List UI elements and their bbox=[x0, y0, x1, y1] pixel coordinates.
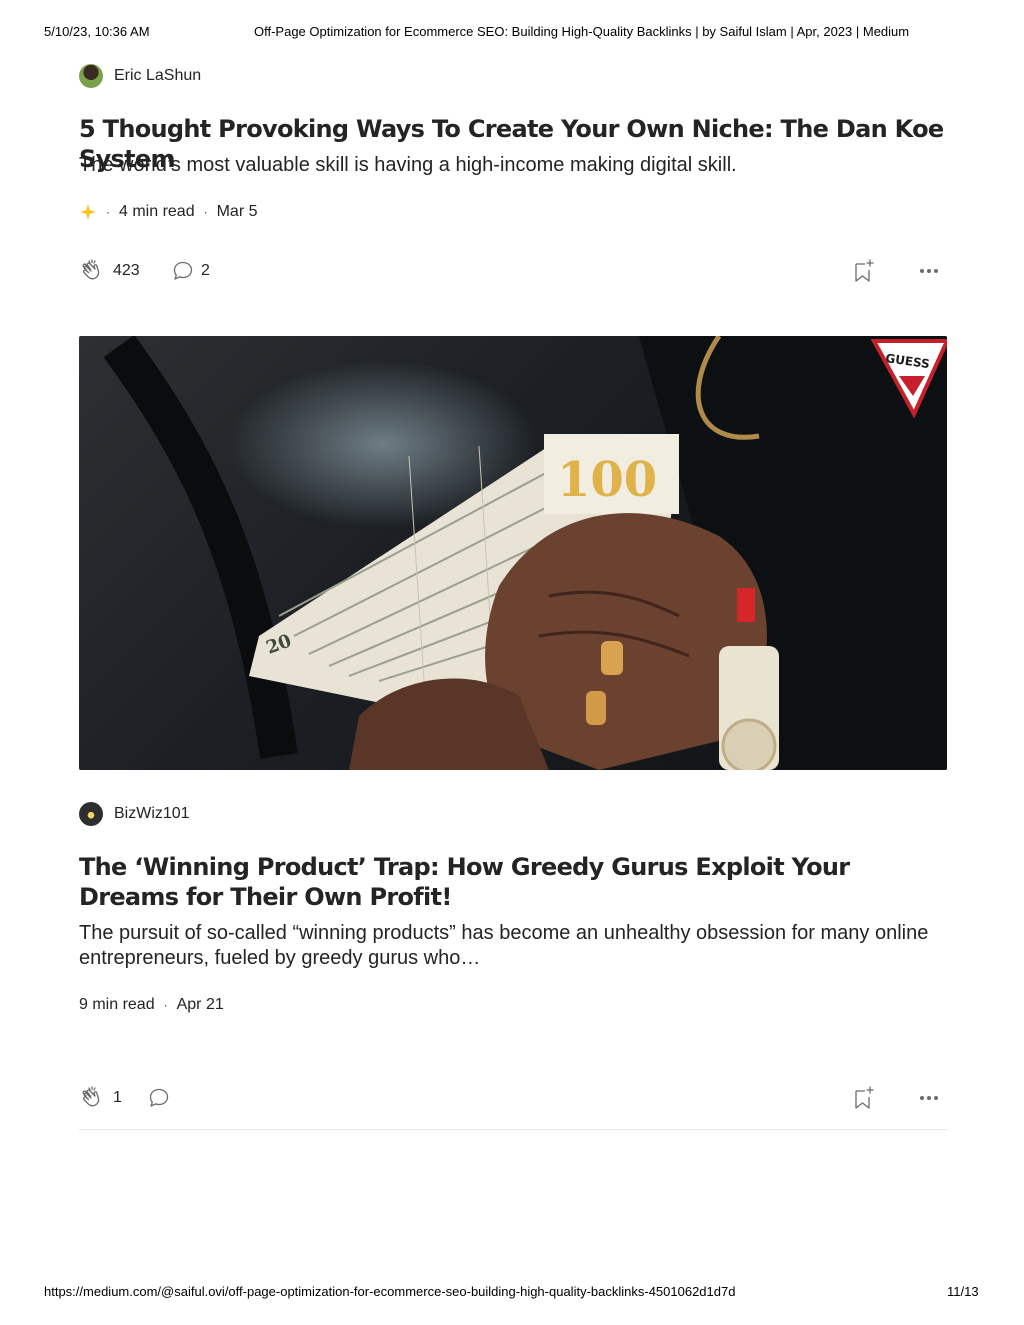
read-time: 4 min read bbox=[119, 203, 195, 220]
red-tag-shape bbox=[737, 588, 755, 622]
post-title-block[interactable]: The ‘Winning Product’ Trap: How Greedy G… bbox=[79, 852, 947, 912]
author-name[interactable]: Eric LaShun bbox=[114, 67, 201, 85]
author-row[interactable]: Eric LaShun bbox=[79, 63, 947, 89]
meta-separator: · bbox=[106, 205, 110, 219]
ring-shape bbox=[586, 691, 606, 725]
post-card: BizWiz101 bbox=[79, 801, 947, 827]
author-avatar[interactable] bbox=[79, 802, 103, 826]
post-meta: 9 min read · Apr 21 bbox=[79, 994, 947, 1016]
divider bbox=[79, 1129, 947, 1130]
clap-icon[interactable] bbox=[79, 1084, 107, 1112]
meta-separator: · bbox=[163, 998, 168, 1012]
author-avatar[interactable] bbox=[79, 64, 103, 88]
photo-money-fan: 100 20 GUESS bbox=[103, 336, 947, 770]
bookmark-button[interactable] bbox=[852, 254, 876, 288]
responses-button[interactable]: 2 bbox=[171, 254, 210, 288]
print-header: 5/10/23, 10:36 AM Off-Page Optimization … bbox=[0, 24, 1024, 40]
post-subtitle[interactable]: The world’s most valuable skill is havin… bbox=[79, 153, 947, 178]
read-time: 9 min read bbox=[79, 996, 155, 1013]
publish-date: Mar 5 bbox=[216, 203, 258, 220]
print-footer: https://medium.com/@saiful.ovi/off-page-… bbox=[0, 1284, 1024, 1300]
meta-separator: · bbox=[203, 205, 208, 219]
post-thumbnail-image[interactable]: 100 20 GUESS bbox=[79, 336, 947, 770]
clap-count: 1 bbox=[113, 1089, 122, 1106]
post-subtitle-block[interactable]: The pursuit of so-called “winning produc… bbox=[79, 921, 947, 971]
author-row[interactable]: BizWiz101 bbox=[79, 801, 947, 827]
member-only-star-icon bbox=[79, 203, 97, 221]
post-actions: 1 bbox=[79, 1081, 947, 1115]
response-count: 2 bbox=[201, 262, 210, 279]
comment-icon[interactable] bbox=[171, 259, 195, 283]
print-page-title: Off-Page Optimization for Ecommerce SEO:… bbox=[254, 24, 910, 39]
post-card: Eric LaShun bbox=[79, 63, 947, 89]
ring-shape bbox=[601, 641, 623, 675]
bookmark-button[interactable] bbox=[852, 1081, 876, 1115]
clap-icon[interactable] bbox=[79, 257, 107, 285]
post-subtitle-block[interactable]: The world’s most valuable skill is havin… bbox=[79, 153, 947, 178]
print-url: https://medium.com/@saiful.ovi/off-page-… bbox=[44, 1284, 736, 1299]
more-dots-icon[interactable] bbox=[917, 259, 941, 283]
note-denomination-text: 100 bbox=[557, 452, 657, 508]
bookmark-add-icon[interactable] bbox=[852, 258, 876, 284]
print-page-number: 11/13 bbox=[947, 1284, 979, 1299]
more-dots-icon[interactable] bbox=[917, 1086, 941, 1110]
clap-button[interactable]: 423 bbox=[79, 254, 140, 288]
more-options-button[interactable] bbox=[917, 1081, 941, 1115]
post-meta: · 4 min read · Mar 5 bbox=[79, 201, 947, 223]
bookmark-add-icon[interactable] bbox=[852, 1085, 876, 1111]
print-datetime: 5/10/23, 10:36 AM bbox=[44, 24, 150, 39]
watch-shape bbox=[719, 646, 779, 770]
comment-icon[interactable] bbox=[147, 1086, 171, 1110]
publish-date: Apr 21 bbox=[176, 996, 224, 1013]
author-name[interactable]: BizWiz101 bbox=[114, 805, 190, 823]
steering-wheel-shape bbox=[103, 336, 298, 759]
post-subtitle[interactable]: The pursuit of so-called “winning produc… bbox=[79, 921, 947, 971]
post-actions: 423 2 bbox=[79, 254, 947, 288]
responses-button[interactable] bbox=[147, 1081, 177, 1115]
more-options-button[interactable] bbox=[917, 254, 941, 288]
post-title[interactable]: The ‘Winning Product’ Trap: How Greedy G… bbox=[79, 852, 947, 912]
clap-count: 423 bbox=[113, 262, 140, 279]
clap-button[interactable]: 1 bbox=[79, 1081, 122, 1115]
